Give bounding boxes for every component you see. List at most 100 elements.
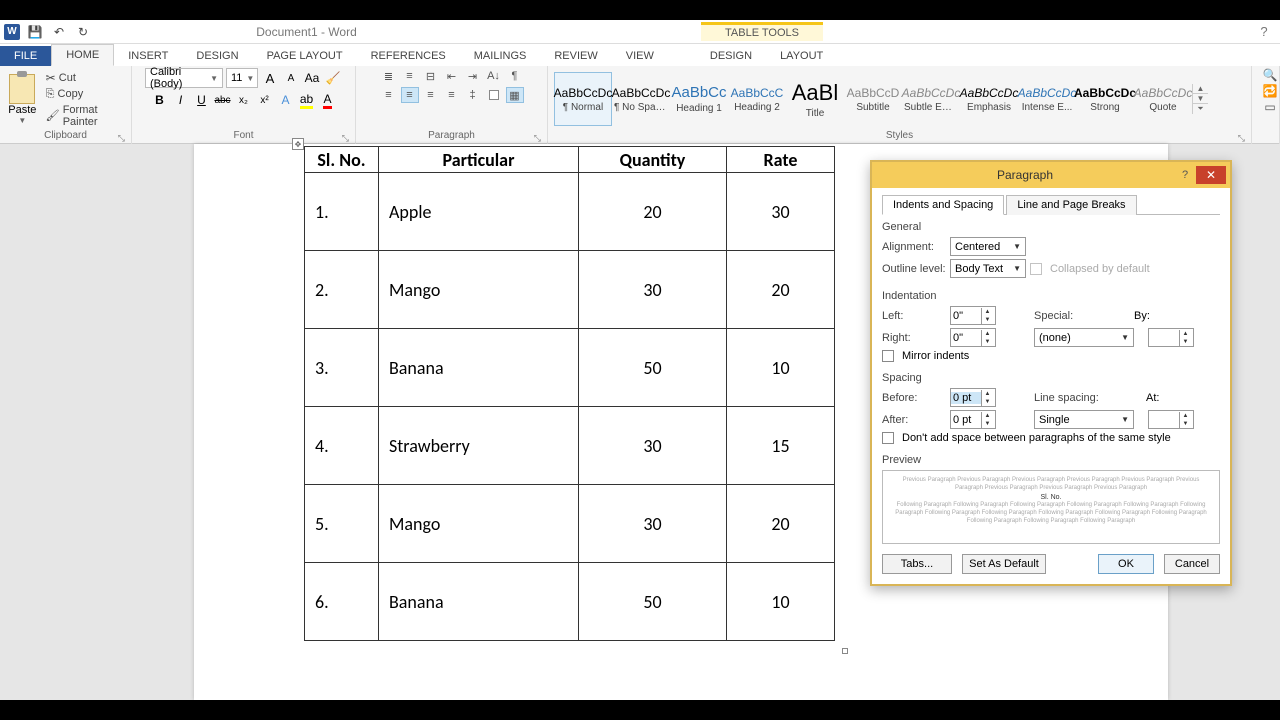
bold-button[interactable]: B <box>151 91 169 109</box>
grow-font-button[interactable]: A <box>261 69 279 87</box>
table-cell[interactable]: 30 <box>579 485 727 563</box>
table-row[interactable]: 1.Apple2030 <box>305 173 835 251</box>
table-resize-handle[interactable] <box>842 648 848 654</box>
show-marks-button[interactable]: ¶ <box>506 68 524 84</box>
at-spinner[interactable]: ▲▼ <box>1148 410 1194 429</box>
styles-gallery[interactable]: AaBbCcDc¶ NormalAaBbCcDc¶ No Spac...AaBb… <box>554 72 1192 126</box>
after-spinner[interactable]: ▲▼ <box>950 410 996 429</box>
outline-combo[interactable]: Body Text▼ <box>950 259 1026 278</box>
dialog-tab-line-breaks[interactable]: Line and Page Breaks <box>1006 195 1136 215</box>
table-cell[interactable]: 20 <box>579 173 727 251</box>
justify-button[interactable]: ≡ <box>443 87 461 103</box>
format-painter-button[interactable]: 🖌 Format Painter <box>43 103 125 129</box>
table-header[interactable]: Particular <box>379 147 579 173</box>
align-left-button[interactable]: ≡ <box>380 87 398 103</box>
select-icon[interactable]: ▭ <box>1264 100 1275 114</box>
qat-redo-button[interactable]: ↻ <box>74 23 92 41</box>
styles-scroll[interactable]: ▲▼⏷ <box>1192 84 1208 114</box>
shrink-font-button[interactable]: A <box>282 69 300 87</box>
font-size-combo[interactable]: 11▼ <box>226 68 258 88</box>
superscript-button[interactable]: x² <box>256 91 274 109</box>
style-item[interactable]: AaBbCcDcIntense E... <box>1018 72 1076 126</box>
tab-references[interactable]: REFERENCES <box>357 46 460 66</box>
table-cell[interactable]: Mango <box>379 251 579 329</box>
help-button[interactable]: ? <box>1252 24 1276 39</box>
table-header[interactable]: Sl. No. <box>305 147 379 173</box>
italic-button[interactable]: I <box>172 91 190 109</box>
table-cell[interactable]: 15 <box>727 407 835 485</box>
tab-insert[interactable]: INSERT <box>114 46 182 66</box>
style-item[interactable]: AaBbCcDc¶ Normal <box>554 72 612 126</box>
shading-button[interactable] <box>485 87 503 103</box>
highlight-button[interactable]: ab <box>298 91 316 109</box>
style-item[interactable]: AaBbCcDcStrong <box>1076 72 1134 126</box>
align-right-button[interactable]: ≡ <box>422 87 440 103</box>
style-item[interactable]: AaBbCcDc¶ No Spac... <box>612 72 670 126</box>
style-item[interactable]: AaBbCcDcQuote <box>1134 72 1192 126</box>
cut-button[interactable]: ✂ Cut <box>43 70 125 86</box>
table-cell[interactable]: 50 <box>579 329 727 407</box>
tab-design[interactable]: DESIGN <box>182 46 252 66</box>
style-item[interactable]: AaBbCcDSubtitle <box>844 72 902 126</box>
align-center-button[interactable]: ≡ <box>401 87 419 103</box>
dialog-titlebar[interactable]: Paragraph ? ✕ <box>872 162 1230 188</box>
dialog-close-button[interactable]: ✕ <box>1196 166 1226 184</box>
line-spacing-button[interactable]: ‡ <box>464 87 482 103</box>
alignment-combo[interactable]: Centered▼ <box>950 237 1026 256</box>
table-cell[interactable]: 30 <box>579 407 727 485</box>
table-cell[interactable]: 20 <box>727 485 835 563</box>
tab-page-layout[interactable]: PAGE LAYOUT <box>253 46 357 66</box>
increase-indent-button[interactable]: ⇥ <box>464 68 482 84</box>
table-cell[interactable]: 3. <box>305 329 379 407</box>
numbering-button[interactable]: ≡ <box>401 68 419 84</box>
font-name-combo[interactable]: Calibri (Body)▼ <box>145 68 223 88</box>
before-spinner[interactable]: ▲▼ <box>950 388 996 407</box>
table-cell[interactable]: 30 <box>579 251 727 329</box>
table-cell[interactable]: 1. <box>305 173 379 251</box>
change-case-button[interactable]: Aa <box>303 69 321 87</box>
table-cell[interactable]: 2. <box>305 251 379 329</box>
styles-launcher[interactable]: ⤡ <box>1238 133 1245 144</box>
dialog-help-button[interactable]: ? <box>1174 169 1196 181</box>
bullets-button[interactable]: ≣ <box>380 68 398 84</box>
replace-icon[interactable]: 🔁 <box>1263 84 1278 98</box>
table-cell[interactable]: 50 <box>579 563 727 641</box>
qat-undo-button[interactable]: ↶ <box>50 23 68 41</box>
borders-button[interactable]: ▦ <box>506 87 524 103</box>
table-cell[interactable]: 4. <box>305 407 379 485</box>
table-row[interactable]: 5.Mango3020 <box>305 485 835 563</box>
clear-formatting-button[interactable]: 🧹 <box>324 69 342 87</box>
table-row[interactable]: 2.Mango3020 <box>305 251 835 329</box>
clipboard-launcher[interactable]: ⤡ <box>118 133 125 144</box>
text-effects-button[interactable]: A <box>277 91 295 109</box>
table-cell[interactable]: 20 <box>727 251 835 329</box>
table-cell[interactable]: Banana <box>379 329 579 407</box>
multilevel-button[interactable]: ⊟ <box>422 68 440 84</box>
table-cell[interactable]: Mango <box>379 485 579 563</box>
paragraph-launcher[interactable]: ⤡ <box>534 133 541 144</box>
cancel-button[interactable]: Cancel <box>1164 554 1220 574</box>
tab-table-design[interactable]: DESIGN <box>696 46 766 66</box>
special-combo[interactable]: (none)▼ <box>1034 328 1134 347</box>
copy-button[interactable]: ⎘ Copy <box>43 87 125 102</box>
subscript-button[interactable]: x₂ <box>235 91 253 109</box>
left-indent-spinner[interactable]: ▲▼ <box>950 306 996 325</box>
right-indent-spinner[interactable]: ▲▼ <box>950 328 996 347</box>
table-row[interactable]: 4.Strawberry3015 <box>305 407 835 485</box>
decrease-indent-button[interactable]: ⇤ <box>443 68 461 84</box>
table-header[interactable]: Quantity <box>579 147 727 173</box>
font-launcher[interactable]: ⤡ <box>342 133 349 144</box>
style-item[interactable]: AaBbCcHeading 1 <box>670 72 728 126</box>
ok-button[interactable]: OK <box>1098 554 1154 574</box>
line-spacing-combo[interactable]: Single▼ <box>1034 410 1134 429</box>
table-header[interactable]: Rate <box>727 147 835 173</box>
strikethrough-button[interactable]: abc <box>214 91 232 109</box>
table-cell[interactable]: 5. <box>305 485 379 563</box>
underline-button[interactable]: U <box>193 91 211 109</box>
table-row[interactable]: 6.Banana5010 <box>305 563 835 641</box>
table-cell[interactable]: 10 <box>727 563 835 641</box>
tab-mailings[interactable]: MAILINGS <box>460 46 541 66</box>
style-item[interactable]: AaBbCcDcEmphasis <box>960 72 1018 126</box>
style-item[interactable]: AaBbCcCHeading 2 <box>728 72 786 126</box>
document-table[interactable]: Sl. No.ParticularQuantityRate 1.Apple203… <box>304 146 835 641</box>
